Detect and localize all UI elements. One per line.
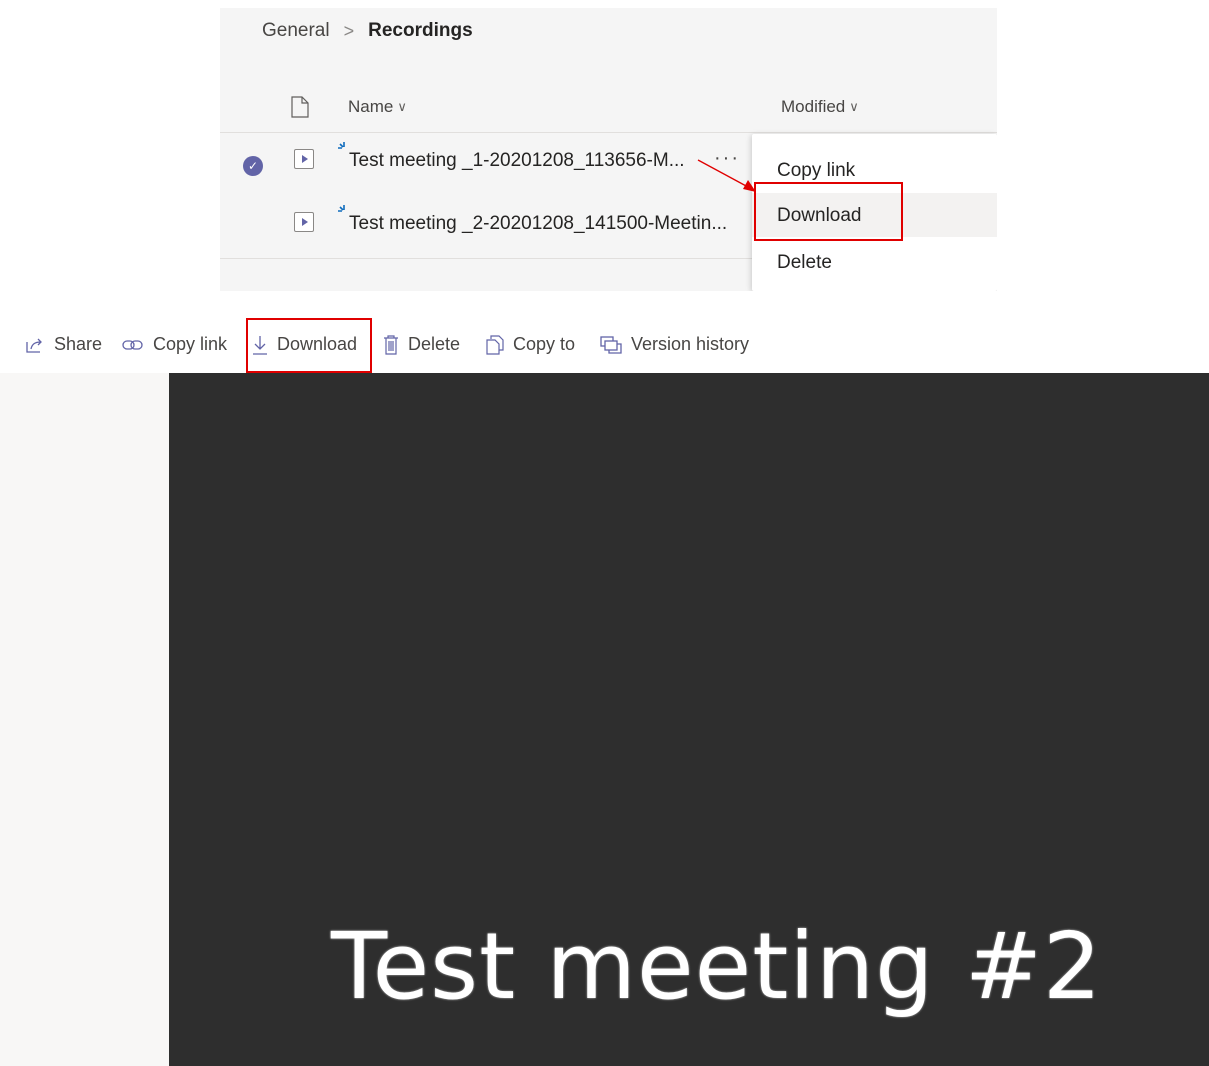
video-player[interactable]: Test meeting #2 [169, 373, 1209, 1066]
menu-item-label: Delete [777, 252, 832, 273]
breadcrumb-separator: > [343, 20, 355, 41]
left-rail [0, 373, 169, 1066]
copy-link-button[interactable]: Copy link [122, 334, 227, 355]
file-type-icon [291, 96, 309, 118]
breadcrumb-general[interactable]: General [262, 20, 330, 42]
file-name[interactable]: Test meeting _1-20201208_113656-M... [349, 150, 685, 172]
download-highlight-box [246, 318, 372, 373]
column-header-name[interactable]: Name ∨ [348, 97, 407, 117]
share-icon [26, 338, 42, 353]
menu-item-label: Copy link [777, 160, 856, 181]
version-history-button[interactable]: Version history [600, 334, 749, 355]
copy-to-button[interactable]: Copy to [486, 334, 575, 355]
more-options-button[interactable]: ··· [714, 147, 740, 170]
copy-to-label: Copy to [513, 334, 576, 354]
copy-icon [486, 334, 504, 355]
breadcrumb-recordings: Recordings [368, 20, 473, 41]
delete-button[interactable]: Delete [383, 334, 460, 355]
chevron-down-icon: ∨ [397, 99, 407, 114]
selected-check-icon[interactable]: ✓ [243, 156, 263, 176]
column-header-modified[interactable]: Modified ∨ [781, 97, 859, 117]
command-toolbar: Share Copy link Download Delete Copy to [0, 320, 1209, 372]
video-file-icon [294, 149, 314, 169]
column-name-label: Name [348, 97, 394, 116]
list-header: Name ∨ Modified ∨ [220, 86, 997, 133]
menu-item-delete[interactable]: Delete [752, 240, 997, 284]
video-file-icon [294, 212, 314, 232]
share-button[interactable]: Share [25, 334, 102, 355]
trash-icon [384, 334, 398, 355]
context-menu: Copy link Download Delete [752, 134, 997, 291]
version-history-label: Version history [631, 334, 750, 354]
link-icon [122, 339, 143, 350]
column-modified-label: Modified [781, 97, 846, 116]
version-history-icon [600, 335, 622, 354]
files-panel: General > Recordings Name ∨ Modified ∨ ✓… [220, 8, 997, 291]
file-name[interactable]: Test meeting _2-20201208_141500-Meetin..… [349, 213, 727, 235]
download-highlight-box [754, 182, 903, 241]
share-label: Share [54, 334, 103, 354]
video-title-text: Test meeting #2 [331, 913, 1103, 1020]
breadcrumb: General > Recordings [262, 20, 473, 42]
copy-link-label: Copy link [153, 334, 228, 354]
chevron-down-icon: ∨ [849, 99, 859, 114]
delete-label: Delete [408, 334, 461, 354]
